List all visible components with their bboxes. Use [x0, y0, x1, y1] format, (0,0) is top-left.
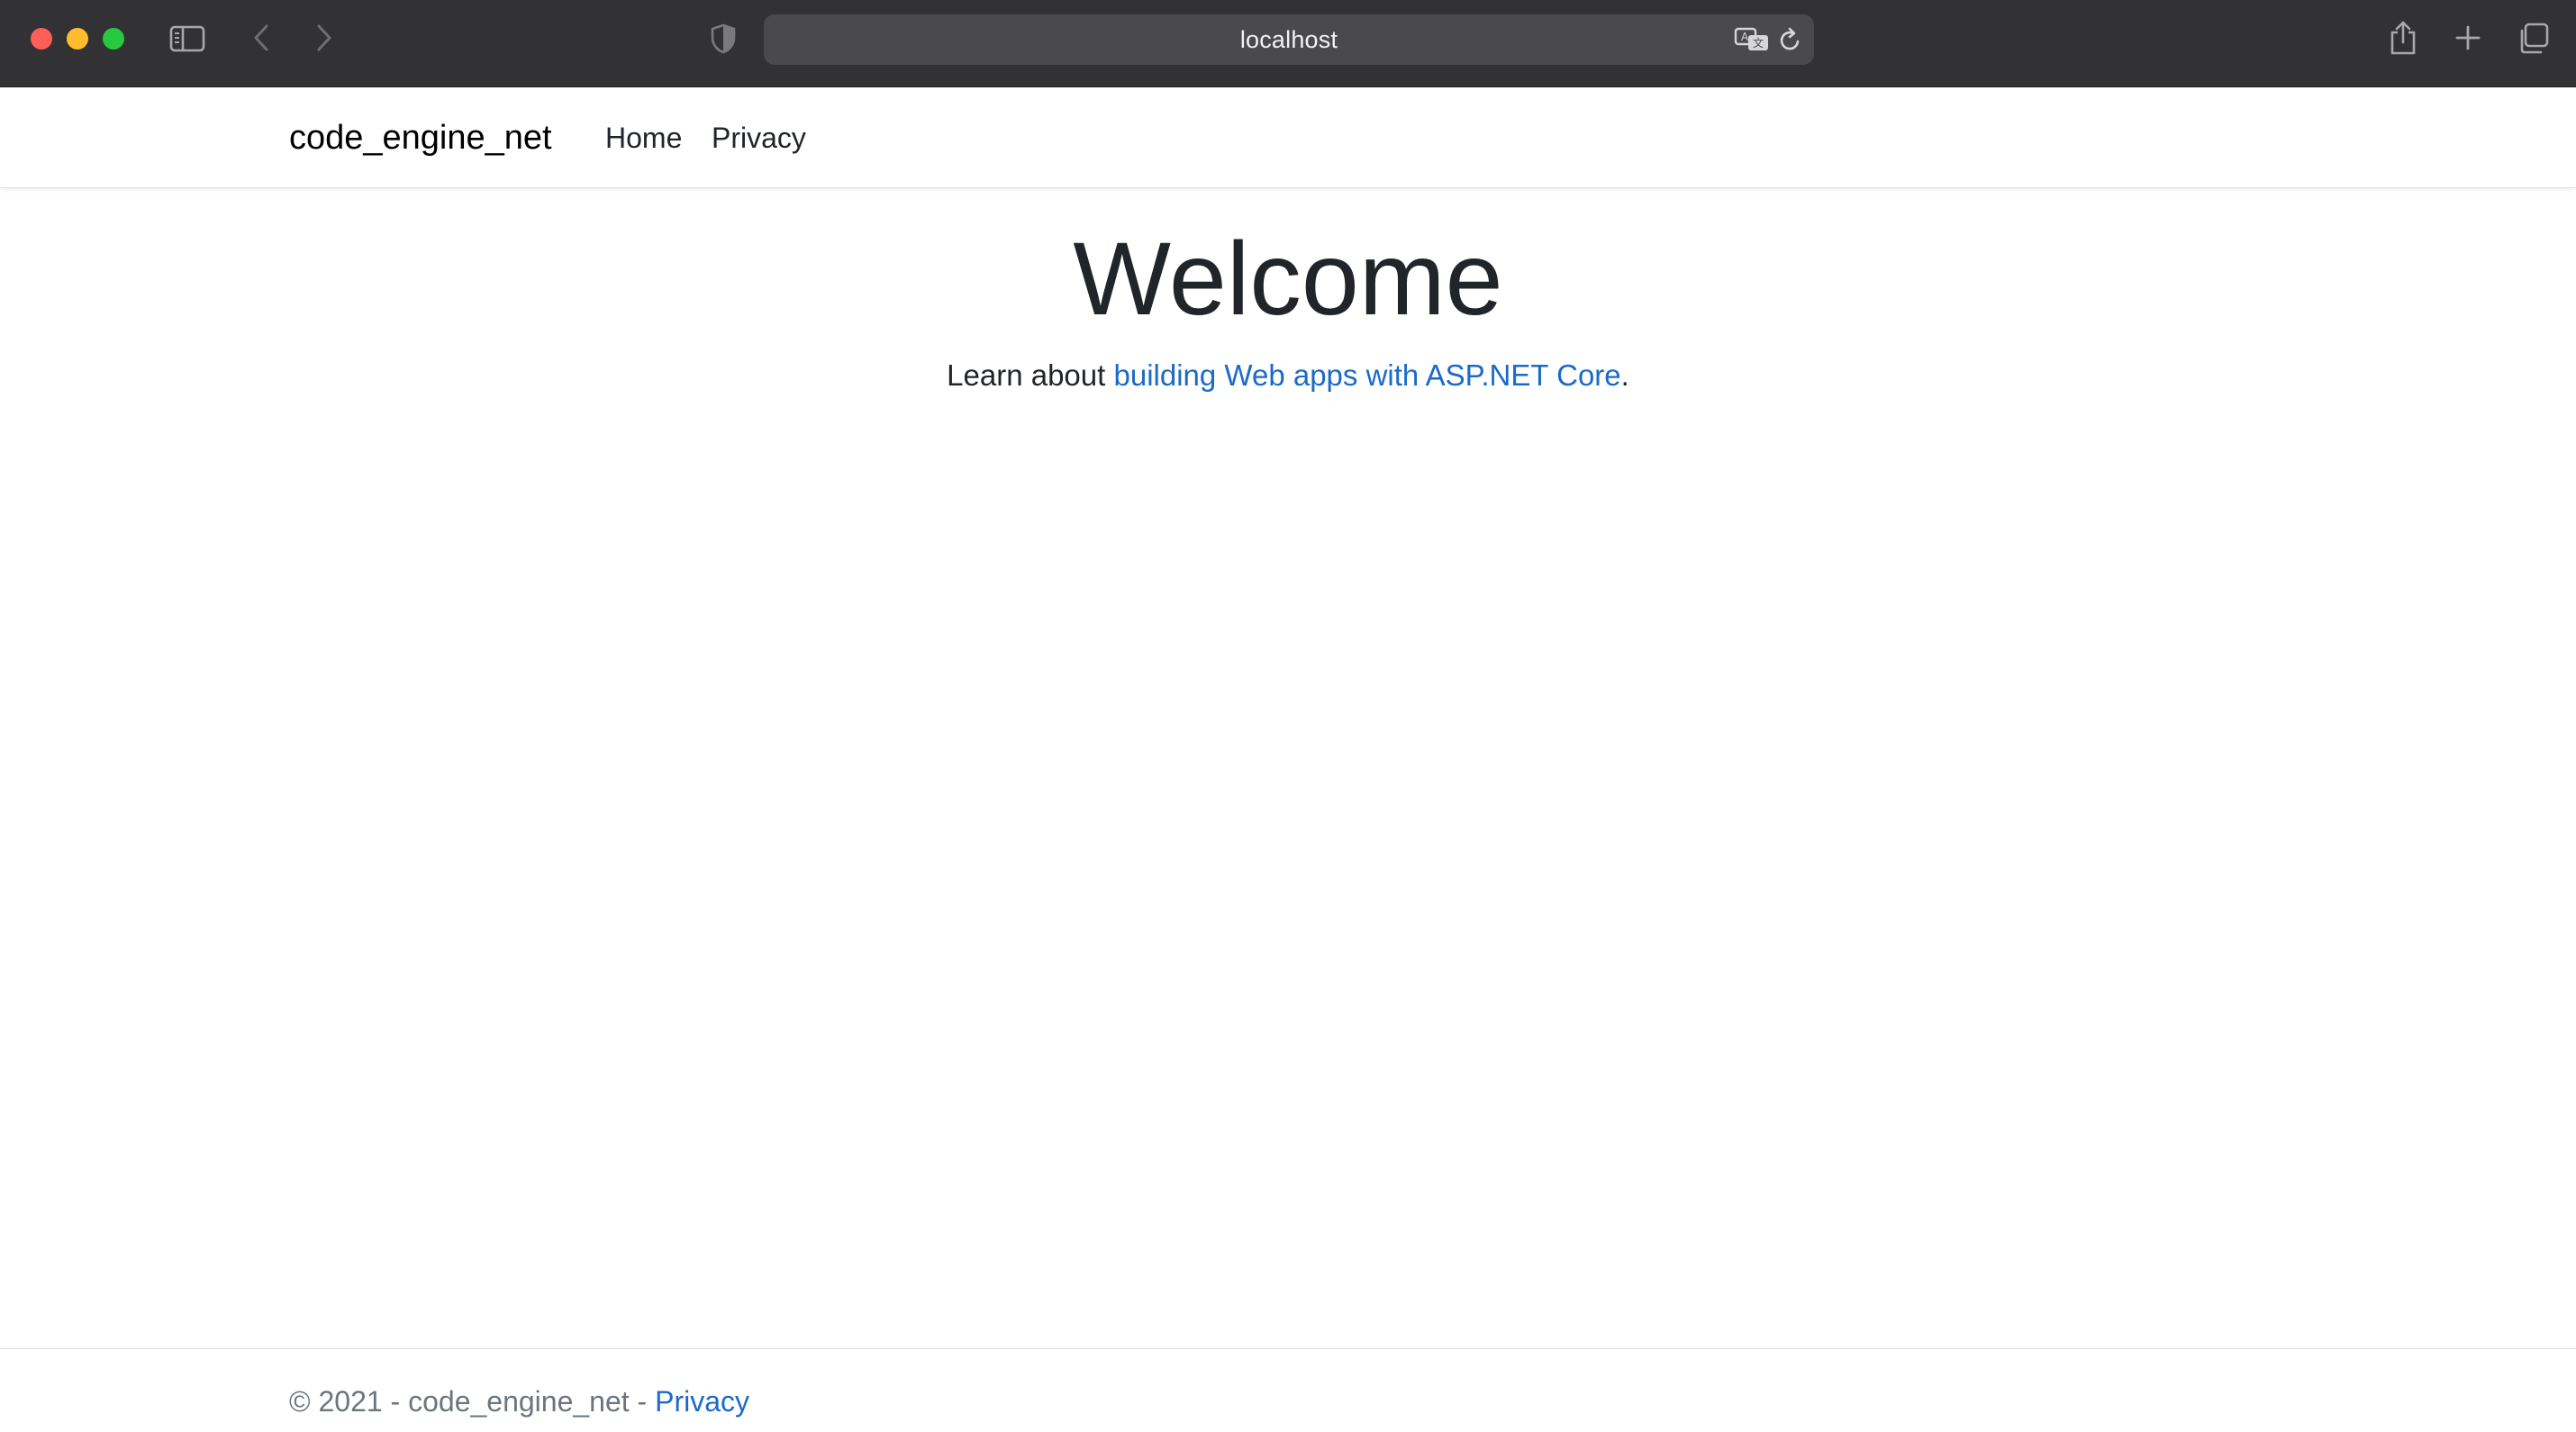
navbar-brand-link[interactable]: code_engine_net: [289, 87, 552, 188]
address-bar[interactable]: localhost A 文: [764, 14, 1814, 65]
tabs-overview-icon: [2517, 23, 2549, 55]
close-window-button[interactable]: [31, 28, 52, 50]
address-url[interactable]: localhost: [764, 14, 1814, 65]
page-title: Welcome: [1073, 222, 1503, 337]
share-icon: [2389, 20, 2417, 56]
svg-text:A: A: [1741, 31, 1749, 43]
chevron-right-icon: [315, 23, 333, 52]
footer-copyright: © 2021 - code_engine_net - Privacy: [289, 1383, 749, 1419]
footer-copyright-text: © 2021 - code_engine_net -: [289, 1385, 656, 1418]
lead-prefix: Learn about: [947, 358, 1114, 392]
minimize-window-button[interactable]: [67, 28, 88, 50]
reload-icon: [1779, 27, 1802, 52]
sidebar-icon: [169, 25, 205, 52]
shield-icon: [711, 23, 736, 54]
reload-button[interactable]: [1774, 14, 1807, 65]
nav-link-privacy[interactable]: Privacy: [712, 87, 806, 188]
forward-button[interactable]: [308, 20, 340, 56]
lead-paragraph: Learn about building Web apps with ASP.N…: [0, 353, 2576, 398]
svg-text:文: 文: [1753, 36, 1764, 50]
site-navbar: code_engine_net Home Privacy: [0, 87, 2576, 188]
zoom-window-button[interactable]: [103, 28, 124, 50]
plus-icon: [2454, 24, 2481, 51]
privacy-report-button[interactable]: [708, 22, 739, 56]
chevron-left-icon: [252, 23, 270, 52]
translate-button[interactable]: A 文: [1731, 14, 1773, 65]
lead-suffix: .: [1620, 358, 1629, 392]
share-button[interactable]: [2385, 18, 2421, 58]
back-button[interactable]: [245, 20, 277, 56]
browser-toolbar: localhost A 文: [0, 0, 2576, 87]
new-tab-button[interactable]: [2450, 20, 2486, 56]
sidebar-toggle-button[interactable]: [166, 22, 209, 56]
tab-overview-button[interactable]: [2513, 20, 2553, 58]
site-footer: © 2021 - code_engine_net - Privacy: [0, 1348, 2576, 1432]
nav-link-home[interactable]: Home: [605, 87, 682, 188]
footer-privacy-link[interactable]: Privacy: [655, 1385, 749, 1418]
aspnet-docs-link[interactable]: building Web apps with ASP.NET Core: [1113, 358, 1620, 392]
translate-icon: A 文: [1734, 26, 1770, 53]
